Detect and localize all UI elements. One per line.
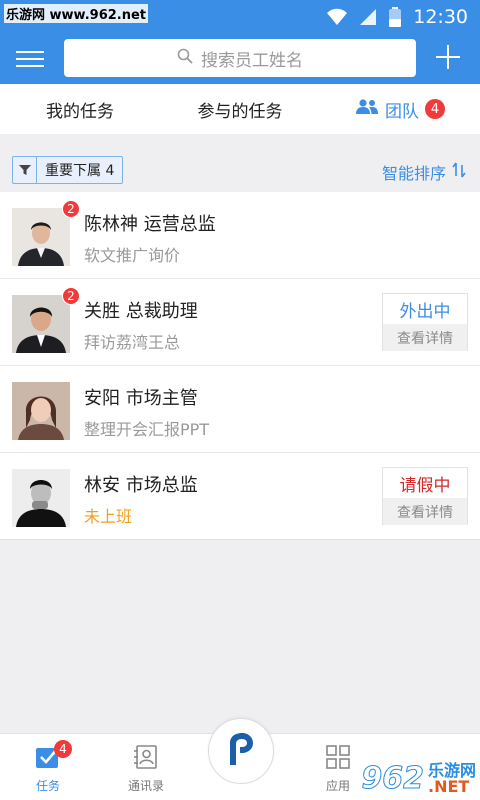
- nav-apps[interactable]: 应用: [308, 744, 368, 794]
- member-name: 关胜 总裁助理: [84, 301, 198, 322]
- sort-icon: [452, 162, 466, 182]
- unread-badge: 2: [62, 200, 80, 218]
- tab-team[interactable]: 团队 4: [320, 84, 480, 134]
- app-logo-icon: [226, 731, 256, 771]
- search-placeholder: 搜索员工姓名: [201, 50, 303, 71]
- nav-label: 通讯录: [127, 779, 164, 793]
- list-item[interactable]: 安阳 市场主管 整理开会汇报PPT: [0, 366, 480, 453]
- list-item[interactable]: 林安 市场总监 未上班 请假中 查看详情: [0, 453, 480, 540]
- menu-icon-line: [16, 65, 44, 67]
- nav-label: 任务: [35, 779, 60, 793]
- search-input[interactable]: 搜索员工姓名: [64, 39, 416, 77]
- tab-label: 我的任务: [46, 101, 114, 122]
- member-task: 整理开会汇报PPT: [84, 420, 210, 439]
- app-header: 搜索员工姓名: [0, 34, 480, 84]
- filter-label: 重要下属 4: [45, 163, 115, 179]
- smart-sort-button[interactable]: 智能排序: [382, 160, 466, 184]
- menu-icon-line: [16, 58, 44, 60]
- sort-label: 智能排序: [381, 164, 446, 183]
- member-task: 未上班: [84, 507, 133, 526]
- avatar: [12, 469, 70, 527]
- site-logo-watermark: 962 乐游网 .NET: [361, 761, 476, 797]
- status-label: 请假中: [399, 475, 451, 496]
- unread-badge: 2: [62, 287, 80, 305]
- view-details-button[interactable]: 查看详情: [383, 498, 467, 525]
- task-tabs: 我的任务 参与的任务 团队 4: [0, 84, 480, 134]
- tab-my-tasks[interactable]: 我的任务: [0, 84, 160, 134]
- watermark-number: 962: [361, 761, 425, 797]
- wifi-icon: [327, 8, 348, 26]
- member-task: 拜访荔湾王总: [84, 333, 181, 352]
- filter-row: 重要下属 4 智能排序: [0, 134, 480, 192]
- avatar: [12, 295, 70, 353]
- nav-tasks[interactable]: 4 任务: [18, 740, 78, 794]
- watermark-text: 乐游网 .NET: [427, 762, 476, 796]
- team-count-badge: 4: [425, 99, 445, 119]
- battery-icon: [389, 7, 402, 27]
- team-member-list: 2 陈林神 运营总监 软文推广询价 2 关胜 总裁助理 拜访荔湾王总 外出中 查…: [0, 192, 480, 540]
- clock-time: 12:30: [413, 6, 468, 28]
- view-details-button[interactable]: 查看详情: [383, 324, 467, 351]
- list-item[interactable]: 2 关胜 总裁助理 拜访荔湾王总 外出中 查看详情: [0, 279, 480, 366]
- menu-icon-line: [16, 51, 44, 53]
- member-name: 林安 市场总监: [84, 475, 198, 496]
- tasks-badge: 4: [54, 740, 72, 758]
- list-item[interactable]: 2 陈林神 运营总监 软文推广询价: [0, 192, 480, 279]
- menu-button[interactable]: [16, 46, 44, 72]
- tab-label: 参与的任务: [197, 101, 283, 122]
- tab-label: 团队: [385, 101, 419, 122]
- tasks-icon: [34, 747, 62, 773]
- tab-participated-tasks[interactable]: 参与的任务: [160, 84, 320, 134]
- filter-icon: [13, 157, 37, 183]
- center-action-button[interactable]: [208, 718, 274, 784]
- site-watermark: 乐游网 www.962.net: [4, 4, 149, 23]
- important-subordinates-filter[interactable]: 重要下属 4: [12, 156, 124, 184]
- member-name: 陈林神 运营总监: [84, 214, 216, 235]
- avatar: [12, 208, 70, 266]
- status-label: 外出中: [399, 301, 451, 322]
- avatar: [12, 382, 70, 440]
- status-icons: 12:30: [327, 6, 468, 28]
- search-icon: [177, 48, 193, 69]
- team-icon: [355, 98, 379, 120]
- status-box[interactable]: 请假中 查看详情: [382, 467, 468, 525]
- status-bar: 乐游网 www.962.net 12:30: [0, 0, 480, 34]
- member-name: 安阳 市场主管: [84, 388, 198, 409]
- nav-label: 应用: [325, 779, 350, 793]
- status-box[interactable]: 外出中 查看详情: [382, 293, 468, 351]
- apps-icon: [325, 745, 351, 773]
- member-task: 软文推广询价: [84, 246, 181, 265]
- signal-icon: [359, 8, 377, 26]
- watermark-line2: .NET: [427, 776, 470, 796]
- contacts-icon: [133, 745, 159, 773]
- nav-contacts[interactable]: 通讯录: [116, 744, 176, 794]
- add-button[interactable]: [434, 43, 462, 71]
